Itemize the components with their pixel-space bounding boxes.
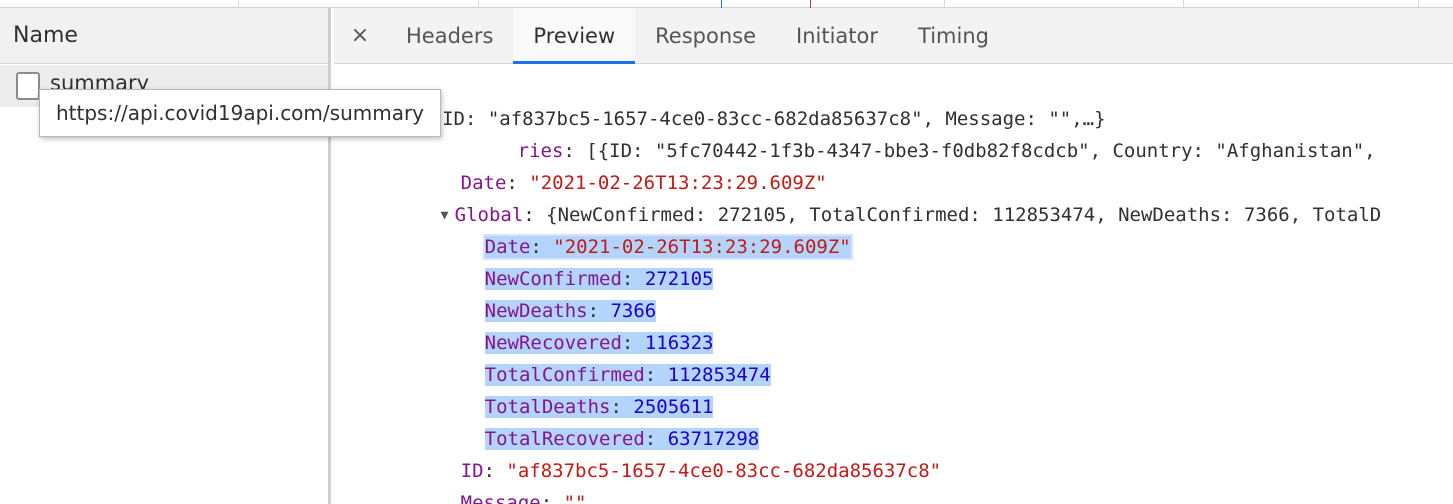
name-column-header[interactable]: Name (0, 8, 328, 64)
json-date-node[interactable]: Date: "2021-02-26T13:23:29.609Z" (392, 135, 827, 194)
global-field-total-deaths[interactable]: TotalDeaths: 2505611 (416, 359, 714, 418)
message-key: Message (460, 492, 541, 504)
tab-response[interactable]: Response (635, 8, 776, 63)
json-root-node[interactable]: ▼{ID: "af837bc5-1657-4ce0-83cc-682da8563… (348, 71, 1106, 130)
json-global-node[interactable]: ▼ Global: {NewConfirmed: 272105, TotalCon… (372, 167, 1382, 226)
timeline-gridline (478, 0, 479, 8)
name-column-label: Name (13, 23, 78, 48)
timeline-gridline (238, 0, 239, 8)
global-field-total-recovered[interactable]: TotalRecovered: 63717298 (416, 391, 760, 450)
global-field-new-recovered[interactable]: NewRecovered: 116323 (416, 295, 714, 354)
details-tab-bar: × Headers Preview Response Initiator Tim… (334, 8, 1453, 64)
timeline-gridline (1418, 0, 1419, 8)
message-value: "" (563, 492, 587, 504)
request-type-icon (16, 72, 40, 100)
global-field-new-deaths[interactable]: NewDeaths: 7366 (416, 263, 657, 322)
json-message-node[interactable]: Message: "" (392, 455, 587, 504)
timeline-gridline (944, 0, 945, 8)
global-field-total-confirmed[interactable]: TotalConfirmed: 112853474 (416, 327, 771, 386)
close-icon: × (350, 23, 370, 48)
colon: : (540, 492, 564, 504)
global-field-date[interactable]: Date: "2021-02-26T13:23:29.609Z" (416, 199, 853, 260)
timeline-gridline (1183, 0, 1184, 8)
request-url-tooltip: https://api.covid19api.com/summary (39, 89, 442, 137)
tab-initiator[interactable]: Initiator (776, 8, 898, 63)
close-details-button[interactable]: × (334, 8, 386, 63)
tooltip-url-text: https://api.covid19api.com/summary (56, 101, 425, 125)
request-details-panel: × Headers Preview Response Initiator Tim… (334, 8, 1453, 504)
json-countries-node[interactable]: ries: [{ID: "5fc70442-1f3b-4347-bbe3-f0d… (449, 103, 1376, 162)
timeline-dom-content-loaded-marker (721, 0, 722, 8)
network-timeline-strip (0, 0, 1453, 8)
tab-headers[interactable]: Headers (386, 8, 513, 63)
tab-timing[interactable]: Timing (898, 8, 1009, 63)
json-preview-tree: ▼{ID: "af837bc5-1657-4ce0-83cc-682da8563… (334, 65, 1453, 504)
tab-preview[interactable]: Preview (513, 8, 636, 64)
json-id-node[interactable]: ID: "af837bc5-1657-4ce0-83cc-682da85637c… (392, 423, 941, 482)
global-field-new-confirmed[interactable]: NewConfirmed: 272105 (416, 231, 714, 290)
request-list-panel: Name summary (0, 8, 331, 504)
timeline-load-marker (810, 0, 811, 8)
